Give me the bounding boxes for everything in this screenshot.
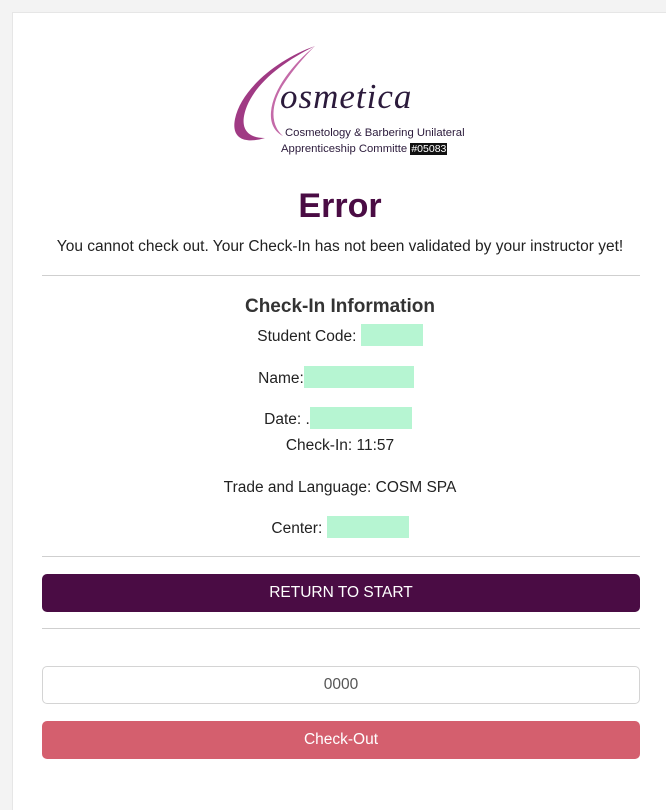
divider	[42, 628, 640, 629]
student-code-label: Student Code:	[257, 328, 361, 346]
student-code-row: Student Code:	[13, 324, 666, 348]
trade-language: Trade and Language: COSM SPA	[223, 479, 457, 496]
divider	[42, 275, 640, 276]
checkout-card: osmetica Cosmetology & Barbering Unilate…	[12, 12, 666, 810]
pin-input[interactable]	[42, 666, 640, 704]
checkin-info-title: Check-In Information	[244, 296, 435, 317]
center-row: Center:	[13, 516, 666, 540]
logo-committee-text: Apprenticeship Committe	[281, 143, 411, 155]
return-to-start-button[interactable]: RETURN TO START	[42, 574, 640, 612]
logo-subtitle-line1: Cosmetology & Barbering Unilateral	[285, 127, 465, 139]
center-label: Center:	[271, 520, 327, 538]
student-code-redacted	[360, 324, 423, 346]
logo-wordmark: osmetica	[280, 77, 413, 116]
name-label: Name:	[258, 370, 304, 388]
logo-committee-badge: #05083	[410, 143, 448, 155]
divider	[42, 556, 640, 557]
error-message: You cannot check out. Your Check-In has …	[56, 238, 624, 255]
name-redacted	[303, 366, 414, 388]
date-row: Date: .	[11, 407, 665, 431]
checkin-time: Check-In: 11:57	[285, 437, 395, 454]
date-label: Date: .	[264, 411, 310, 429]
cosmetica-logo: osmetica Cosmetology & Barbering Unilate…	[223, 44, 468, 162]
center-redacted	[326, 516, 409, 538]
error-title: Error	[298, 187, 382, 225]
date-redacted	[309, 407, 412, 429]
logo-subtitle-line2: Apprenticeship Committe #05083	[281, 143, 448, 155]
name-row: Name:	[9, 366, 663, 390]
check-out-button[interactable]: Check-Out	[42, 721, 640, 759]
